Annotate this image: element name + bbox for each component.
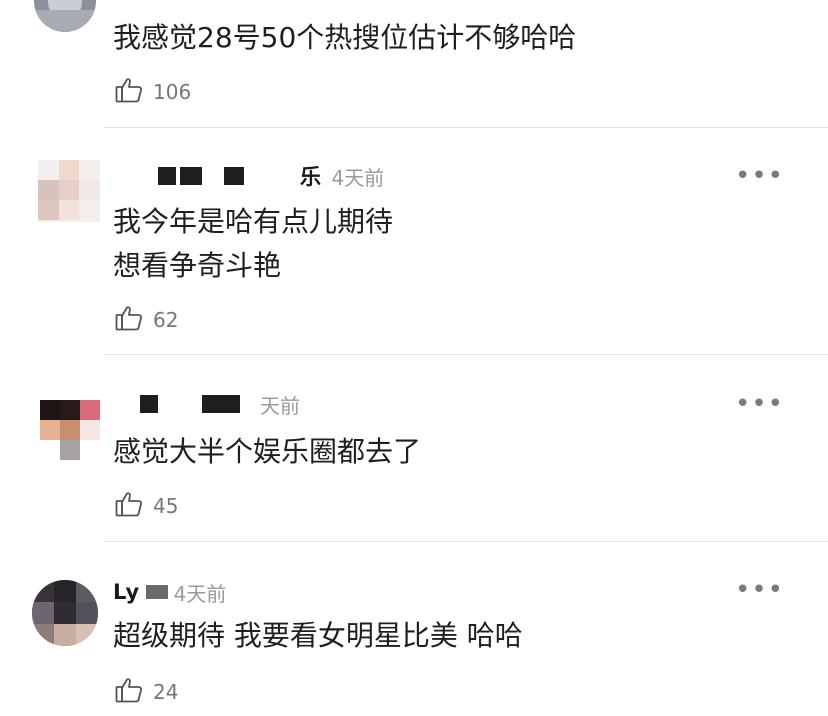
thumbs-up-icon [114, 489, 144, 523]
comment-meta [113, 0, 123, 16]
comment-line: 想看争奇斗艳 [113, 249, 282, 282]
redacted-name-block [180, 167, 202, 185]
thumbs-up-icon [114, 75, 144, 109]
redacted-name-block [158, 167, 176, 185]
like-count: 106 [153, 80, 192, 104]
like-button[interactable]: 106 [114, 75, 191, 109]
redacted-name-block [224, 167, 244, 185]
comment-line: 我今年是哈有点儿期待 [113, 205, 394, 238]
comment-text: 我感觉28号50个热搜位估计不够哈哈 [113, 16, 576, 60]
divider [104, 127, 828, 128]
like-button[interactable]: 45 [114, 489, 178, 523]
username[interactable]: 乐 [300, 161, 322, 191]
comment-text: 超级期待 我要看女明星比美 哈哈 [113, 614, 523, 658]
timestamp: 天前 [260, 393, 300, 418]
like-count: 45 [153, 494, 179, 518]
username[interactable]: Ly [113, 580, 140, 604]
timestamp: 4天前 [331, 165, 385, 190]
avatar[interactable] [40, 400, 100, 462]
like-button[interactable]: 24 [114, 675, 178, 709]
more-dots-icon[interactable]: ••• [735, 391, 784, 417]
divider [104, 541, 828, 542]
timestamp: 4天前 [173, 581, 227, 606]
comment-line: 我感觉28号50个热搜位估计不够哈哈 [113, 21, 577, 54]
comment-text: 我今年是哈有点儿期待 想看争奇斗艳 [113, 200, 393, 288]
comment-line: 感觉大半个娱乐圈都去了 [113, 435, 422, 468]
divider [104, 354, 828, 355]
comment-line: 超级期待 我要看女明星比美 哈哈 [113, 619, 523, 652]
more-dots-icon[interactable]: ••• [735, 163, 784, 189]
comment-text: 感觉大半个娱乐圈都去了 [113, 430, 421, 474]
redacted-name-block [140, 395, 158, 413]
like-button[interactable]: 62 [114, 303, 178, 337]
avatar[interactable] [38, 160, 100, 222]
thumbs-up-icon [114, 675, 144, 709]
comment-meta: 天前 [140, 389, 300, 419]
avatar[interactable] [32, 580, 98, 646]
more-dots-icon[interactable]: ••• [735, 577, 784, 603]
like-count: 24 [153, 680, 179, 704]
comment-meta: Ly 4天前 [113, 577, 226, 607]
redacted-name-block [202, 395, 240, 413]
thumbs-up-icon [114, 303, 144, 337]
redacted-name-block [145, 585, 168, 599]
comment-meta: 乐 4天前 [158, 161, 384, 191]
like-count: 62 [153, 308, 179, 332]
avatar[interactable] [34, 0, 96, 32]
